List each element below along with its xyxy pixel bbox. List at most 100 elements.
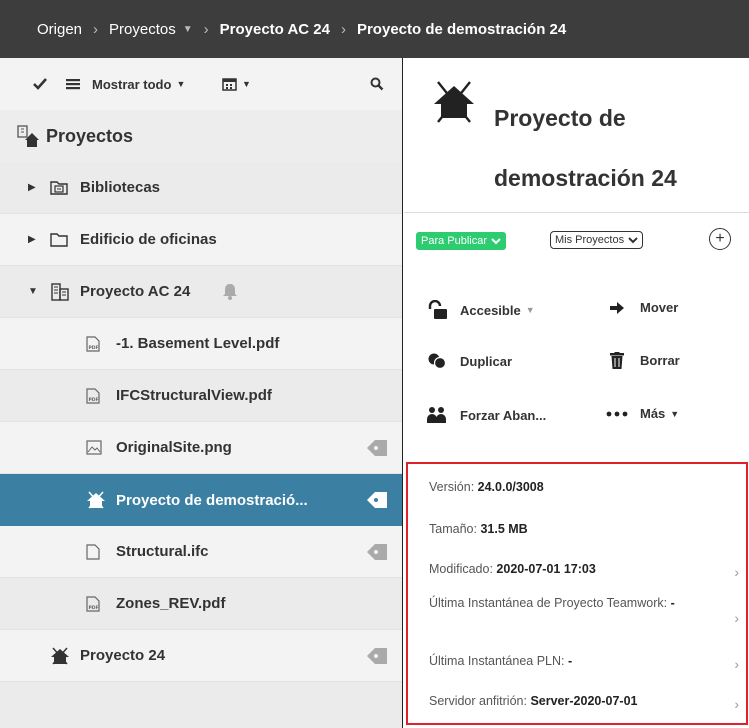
tree-item-label: Structural.ifc (116, 543, 209, 560)
chevron-down-icon[interactable]: ▼ (183, 24, 193, 35)
chevron-right-icon: › (734, 696, 739, 712)
info-label: Última Instantánea PLN: (429, 654, 565, 668)
delete-button[interactable]: Borrar (604, 352, 680, 369)
tree-item-label: OriginalSite.png (116, 439, 232, 456)
tag-icon[interactable] (366, 543, 388, 565)
info-value: 24.0.0/3008 (477, 480, 544, 494)
chevron-down-icon: ▼ (242, 79, 251, 89)
project-icon (432, 80, 476, 129)
bell-icon[interactable] (222, 283, 238, 300)
plus-icon: + (715, 230, 725, 247)
status-badge[interactable]: Para Publicar (416, 232, 507, 250)
image-file-icon (86, 440, 102, 455)
breadcrumb-proyecto-ac-24[interactable]: Proyecto AC 24 (220, 21, 330, 38)
tree-item-proyecto-ac-24[interactable]: ▼ Proyecto AC 24 (0, 266, 402, 318)
tag-icon[interactable] (366, 439, 388, 461)
delete-label: Borrar (640, 353, 680, 368)
tree-item-originalsite[interactable]: OriginalSite.png (0, 422, 402, 474)
arrow-right-icon (604, 301, 630, 315)
chevron-down-icon: ▼ (176, 79, 186, 89)
users-icon (424, 406, 450, 424)
tree-item-ifc-structural[interactable]: PDF IFCStructuralView.pdf (0, 370, 402, 422)
chevron-down-icon (628, 236, 638, 243)
tree-item-label: IFCStructuralView.pdf (116, 387, 272, 404)
tree-title: Proyectos (0, 110, 402, 162)
project-info-panel: Versión: 24.0.0/3008 Tamaño: 31.5 MB Mod… (406, 462, 748, 725)
caret-down-icon[interactable]: ▼ (28, 286, 38, 297)
show-all-dropdown[interactable]: Mostrar todo ▼ (92, 77, 185, 92)
tree-item-label: Proyecto de demostració... (116, 491, 308, 509)
tree-title-label: Proyectos (46, 125, 134, 146)
tag-icon[interactable] (366, 647, 388, 669)
accessible-label: Accesible (460, 302, 521, 318)
info-size: Tamaño: 31.5 MB (429, 522, 739, 536)
svg-text:PDF: PDF (89, 605, 99, 611)
tree-item-bibliotecas[interactable]: ▶ Bibliotecas (0, 162, 402, 214)
show-all-label: Mostrar todo (92, 76, 172, 92)
breadcrumb: Origen › Proyectos ▼ › Proyecto AC 24 › … (0, 0, 749, 58)
chevron-down-icon: ▼ (670, 408, 680, 419)
info-value: - (567, 654, 573, 668)
divider (404, 212, 749, 213)
svg-text:PDF: PDF (89, 345, 99, 351)
tree-item-structural-ifc[interactable]: Structural.ifc (0, 526, 402, 578)
tree-item-proyecto-24[interactable]: Proyecto 24 (0, 630, 402, 682)
accessible-dropdown[interactable]: Accesible ▼ (424, 300, 535, 320)
info-host-server[interactable]: Servidor anfitrión: Server-2020-07-01 › (429, 694, 739, 712)
info-value: Server-2020-07-01 (530, 694, 638, 708)
library-folder-icon (50, 180, 68, 195)
tree-pane: Mostrar todo ▼ ▼ Proyectos ▶ Bibliotecas… (0, 58, 403, 728)
projects-icon (16, 124, 40, 153)
check-icon[interactable] (33, 78, 47, 90)
breadcrumb-separator-icon: › (203, 20, 209, 38)
tree-item-label: Proyecto 24 (80, 647, 166, 664)
breadcrumb-origen[interactable]: Origen (37, 21, 82, 38)
tree-item-basement[interactable]: PDF -1. Basement Level.pdf (0, 318, 402, 370)
add-button[interactable]: + (709, 228, 731, 250)
move-label: Mover (640, 300, 679, 315)
tree-item-label: Proyecto AC 24 (80, 283, 191, 300)
move-button[interactable]: Mover (604, 300, 678, 315)
caret-right-icon[interactable]: ▶ (28, 234, 36, 245)
calendar-dropdown[interactable]: ▼ (222, 77, 251, 91)
folder-icon (50, 232, 68, 247)
file-icon (86, 543, 100, 560)
project-icon (50, 646, 70, 666)
projects-filter-label: Mis Proyectos (555, 234, 625, 246)
building-icon (50, 282, 70, 301)
chevron-right-icon: › (734, 610, 739, 626)
tag-icon[interactable] (366, 491, 388, 513)
info-label: Servidor anfitrión: (429, 694, 527, 708)
projects-filter-select[interactable]: Mis Proyectos (550, 231, 644, 249)
info-teamwork-snapshot[interactable]: Última Instantánea de Proyecto Teamwork:… (429, 596, 739, 626)
tree-item-label: Edificio de oficinas (80, 231, 217, 248)
duplicate-button[interactable]: Duplicar (424, 352, 512, 370)
info-version: Versión: 24.0.0/3008 (429, 480, 739, 494)
duplicate-icon (424, 352, 450, 370)
info-modified[interactable]: Modificado: 2020-07-01 17:03 › (429, 562, 739, 580)
breadcrumb-separator-icon: › (93, 20, 99, 38)
force-leave-button[interactable]: Forzar Aban... (424, 406, 546, 424)
unlock-icon (424, 300, 450, 320)
info-label: Última Instantánea de Proyecto Teamwork: (429, 596, 668, 610)
info-value: - (670, 596, 675, 610)
caret-right-icon[interactable]: ▶ (28, 182, 36, 193)
chevron-down-icon: ▼ (525, 305, 535, 315)
tree-item-proyecto-demo[interactable]: Proyecto de demostració... (0, 474, 402, 526)
info-value: 2020-07-01 17:03 (496, 562, 596, 576)
search-icon[interactable] (370, 77, 384, 91)
list-icon[interactable] (66, 78, 80, 90)
more-dropdown[interactable]: Más ▼ (604, 406, 679, 421)
duplicate-label: Duplicar (460, 353, 513, 369)
info-pln-snapshot[interactable]: Última Instantánea PLN: - › (429, 654, 739, 672)
tree-item-zones-rev[interactable]: PDF Zones_REV.pdf (0, 578, 402, 630)
breadcrumb-proyectos[interactable]: Proyectos (109, 21, 176, 38)
trash-icon (604, 352, 630, 369)
breadcrumb-separator-icon: › (340, 20, 346, 38)
tree-item-label: -1. Basement Level.pdf (116, 335, 280, 352)
tree-item-edificio[interactable]: ▶ Edificio de oficinas (0, 214, 402, 266)
svg-text:PDF: PDF (89, 397, 99, 403)
more-icon (604, 411, 630, 417)
tree-item-label: Bibliotecas (80, 179, 161, 196)
calendar-icon (222, 78, 237, 91)
